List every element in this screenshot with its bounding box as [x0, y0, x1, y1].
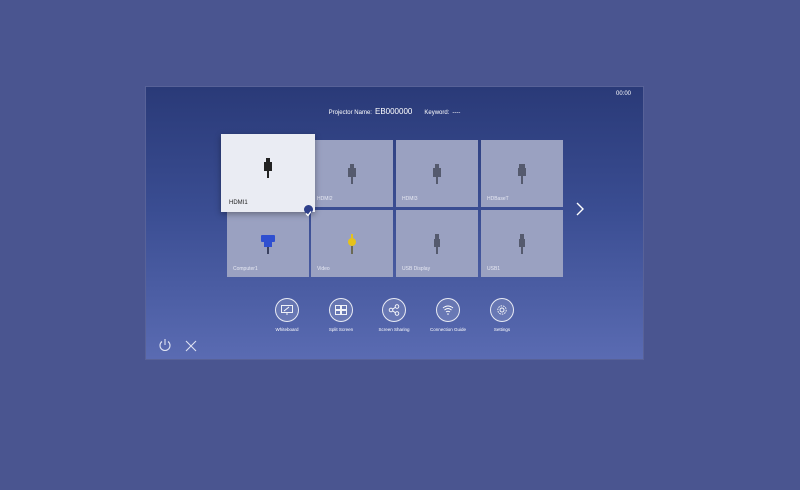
- tool-label: Settings: [493, 327, 511, 332]
- usb-plug-icon: [517, 234, 527, 259]
- source-tile-hdmi1[interactable]: HDMI1: [221, 134, 315, 212]
- whiteboard-icon: [275, 298, 299, 322]
- source-tile-video[interactable]: Video: [311, 210, 393, 277]
- connection-guide-icon: [436, 298, 460, 322]
- whiteboard-button[interactable]: Whiteboard: [257, 298, 317, 332]
- projector-info-header: Projector Name: EB000000 Keyword: ----: [146, 107, 643, 116]
- next-page-chevron-icon[interactable]: [574, 202, 586, 216]
- source-label: Computer1: [233, 266, 258, 272]
- tool-label: Connection Guide: [429, 327, 467, 332]
- connection-guide-button[interactable]: Connection Guide: [418, 298, 478, 332]
- screen-sharing-button[interactable]: Screen Sharing: [364, 298, 424, 332]
- rca-plug-icon: [347, 234, 357, 259]
- source-label: Video: [317, 266, 330, 272]
- source-tile-hdmi2[interactable]: HDMI2: [311, 140, 393, 207]
- tool-label: Split Screen: [328, 327, 354, 332]
- power-icon[interactable]: [158, 338, 172, 357]
- hdmi-plug-icon: [432, 164, 442, 189]
- source-label: HDBaseT: [487, 196, 509, 202]
- screen-sharing-icon: [382, 298, 406, 322]
- source-tile-usb-display[interactable]: USB Display: [396, 210, 478, 277]
- vga-plug-icon: [261, 234, 275, 259]
- source-label: HDMI2: [317, 196, 333, 202]
- tool-label: Whiteboard: [275, 327, 299, 332]
- source-label: HDMI3: [402, 196, 418, 202]
- source-tile-usb1[interactable]: USB1: [481, 210, 563, 277]
- split-screen-icon: [329, 298, 353, 322]
- tool-label: Screen Sharing: [378, 327, 410, 332]
- clock: 00:00: [615, 91, 631, 97]
- source-label: USB1: [487, 266, 501, 272]
- source-tile-hdbaset[interactable]: HDBaseT: [481, 140, 563, 207]
- projector-name-label: Projector Name:: [328, 110, 372, 116]
- source-tile-computer1[interactable]: Computer1: [227, 205, 313, 277]
- hdmi-plug-icon: [347, 164, 357, 189]
- settings-button[interactable]: Settings: [472, 298, 532, 332]
- keyword-value: ----: [452, 110, 461, 116]
- hdmi-plug-icon: [263, 158, 273, 183]
- source-label: USB Display: [402, 266, 431, 272]
- source-tile-hdmi3[interactable]: HDMI3: [396, 140, 478, 207]
- close-icon[interactable]: [185, 339, 197, 357]
- split-screen-button[interactable]: Split Screen: [311, 298, 371, 332]
- hdbaset-plug-icon: [517, 164, 527, 189]
- settings-icon: [490, 298, 514, 322]
- keyword-label: Keyword:: [424, 110, 450, 116]
- connected-check-icon: [304, 205, 313, 217]
- source-label: HDMI1: [229, 200, 248, 206]
- usb-plug-icon: [432, 234, 442, 259]
- projector-name-value: EB000000: [374, 107, 413, 116]
